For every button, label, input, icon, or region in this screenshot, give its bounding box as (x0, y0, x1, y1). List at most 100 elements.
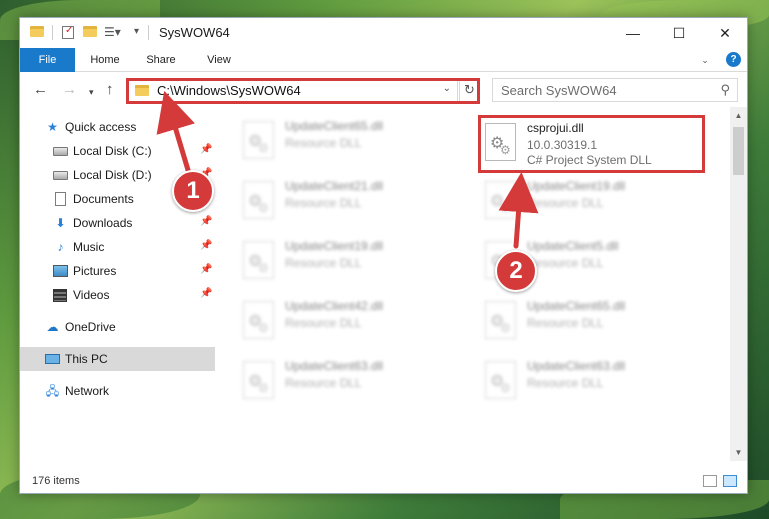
file-type: Resource DLL (527, 196, 604, 210)
help-icon[interactable]: ? (726, 52, 741, 67)
sidebar-item-music[interactable]: ♪ Music 📌 (20, 235, 215, 259)
up-arrow-icon[interactable]: ↑ (106, 82, 114, 98)
pin-icon: 📌 (200, 288, 213, 299)
network-icon: 🖧 (45, 384, 60, 398)
dll-file-icon: ⚙⚙ (485, 301, 516, 339)
file-type: Resource DLL (527, 376, 604, 390)
sidebar-item-downloads[interactable]: ⬇ Downloads 📌 (20, 211, 215, 235)
maximize-button[interactable]: ☐ (656, 18, 702, 48)
tab-file[interactable]: File (20, 48, 75, 72)
sidebar-item-label: Pictures (73, 264, 117, 278)
item-count: 176 items (32, 475, 80, 487)
step-1-badge: 1 (172, 170, 214, 212)
star-icon: ★ (47, 120, 58, 134)
file-list: ⚙ ⚙ UpdateClient65.dll Resource DLL ⚙ ⚙ Up… (215, 107, 730, 461)
status-bar: 176 items (20, 469, 747, 493)
scrollbar-thumb[interactable] (733, 127, 744, 175)
sidebar-item-label: Local Disk (C:) (73, 144, 152, 158)
title-bar: ☰▾ ▾ SysWOW64 — ☐ ✕ (20, 18, 747, 48)
forward-arrow-icon[interactable]: → (62, 82, 77, 98)
address-path[interactable]: C:\Windows\SysWOW64 (157, 83, 301, 98)
pin-icon: 📌 (200, 240, 213, 251)
sidebar-item-label: Quick access (65, 120, 137, 134)
properties-icon[interactable] (62, 25, 74, 39)
address-bar[interactable]: C:\Windows\SysWOW64 ⌄ (127, 78, 458, 102)
file-type: Resource DLL (285, 376, 362, 390)
window-title: SysWOW64 (159, 25, 230, 40)
close-button[interactable]: ✕ (702, 18, 748, 48)
sidebar-item-local-disk-c[interactable]: Local Disk (C:) 📌 (20, 139, 215, 163)
step-2-badge: 2 (495, 250, 537, 292)
file-tile[interactable]: ⚙ ⚙ UpdateClient63.dll Resource DLL (239, 357, 469, 403)
pin-icon: 📌 (200, 216, 213, 227)
this-pc-icon (45, 354, 60, 364)
tab-share[interactable]: Share (136, 48, 186, 72)
file-tile[interactable]: ⚙ ⚙ UpdateClient65.dll Resource DLL (481, 297, 711, 343)
details-view-icon[interactable] (703, 475, 717, 487)
sidebar-item-this-pc[interactable]: This PC (20, 347, 215, 371)
toolbar-divider (52, 25, 53, 40)
tab-home[interactable]: Home (80, 48, 130, 72)
scroll-up-icon[interactable]: ▲ (730, 107, 747, 124)
file-type: Resource DLL (527, 316, 604, 330)
folder-icon (30, 26, 44, 37)
sidebar-item-network[interactable]: 🖧 Network (20, 379, 215, 403)
sidebar-item-label: OneDrive (65, 320, 116, 334)
search-input[interactable] (493, 79, 713, 101)
dll-file-icon: ⚙⚙ (243, 301, 274, 339)
new-folder-icon[interactable] (83, 26, 97, 37)
sidebar-item-label: Videos (73, 288, 110, 302)
dll-file-icon: ⚙⚙ (243, 181, 274, 219)
sidebar-item-quick-access[interactable]: ★ Quick access (20, 115, 215, 139)
file-tile[interactable]: ⚙ ⚙ UpdateClient65.dll Resource DLL (239, 117, 469, 163)
minimize-button[interactable]: — (610, 18, 656, 48)
sidebar-item-label: Network (65, 384, 110, 398)
search-box[interactable]: ⚲ (492, 78, 738, 102)
sidebar-item-onedrive[interactable]: ☁ OneDrive (20, 315, 215, 339)
file-name: UpdateClient63.dll (527, 359, 626, 373)
refresh-button[interactable]: ↻ (459, 78, 480, 102)
large-icons-view-icon[interactable] (723, 475, 737, 487)
chevron-down-icon[interactable]: ⌄ (443, 83, 451, 94)
sidebar-item-label: Local Disk (D:) (73, 168, 152, 182)
customize-toolbar-icon[interactable]: ☰▾ (104, 25, 121, 39)
dll-file-icon: ⚙⚙ (485, 361, 516, 399)
tab-view[interactable]: View (194, 48, 244, 72)
expand-ribbon-icon[interactable]: ⌄ (699, 54, 711, 66)
ribbon-tabs: File Home Share View ⌄ ? (20, 48, 747, 72)
file-name: UpdateClient19.dll (285, 239, 384, 253)
file-type: Resource DLL (527, 256, 604, 270)
drive-icon (53, 171, 68, 180)
file-name: UpdateClient63.dll (285, 359, 384, 373)
file-tile[interactable]: ⚙ ⚙ UpdateClient63.dll Resource DLL (481, 357, 711, 403)
navigation-pane: ★ Quick access Local Disk (C:) 📌 Local D… (20, 107, 215, 461)
file-tile[interactable]: ⚙ ⚙ UpdateClient19.dll Resource DLL (239, 237, 469, 283)
file-name: UpdateClient19.dll (527, 179, 626, 193)
vertical-scrollbar[interactable]: ▲ ▼ (730, 107, 747, 461)
file-type: Resource DLL (285, 256, 362, 270)
back-arrow-icon[interactable]: ← (33, 82, 48, 98)
title-divider (148, 25, 149, 40)
dll-file-icon: ⚙⚙ (243, 361, 274, 399)
file-name: UpdateClient65.dll (285, 119, 384, 133)
documents-icon (55, 192, 66, 206)
dll-file-icon: ⚙⚙ (243, 121, 274, 159)
pin-icon: 📌 (200, 144, 213, 155)
file-tile[interactable]: ⚙ ⚙ UpdateClient19.dll Resource DLL (481, 177, 711, 223)
search-icon[interactable]: ⚲ (720, 82, 730, 98)
sidebar-item-label: This PC (65, 352, 108, 366)
file-tile[interactable]: ⚙ ⚙ UpdateClient42.dll Resource DLL (239, 297, 469, 343)
downloads-icon: ⬇ (55, 216, 66, 230)
scroll-down-icon[interactable]: ▼ (730, 444, 747, 461)
file-tile[interactable]: ⚙ ⚙ UpdateClient21.dll Resource DLL (239, 177, 469, 223)
sidebar-item-pictures[interactable]: Pictures 📌 (20, 259, 215, 283)
chevron-down-icon[interactable]: ▾ (134, 26, 139, 37)
sidebar-item-videos[interactable]: Videos 📌 (20, 283, 215, 307)
file-name: UpdateClient5.dll (527, 239, 619, 253)
dll-file-icon: ⚙⚙ (485, 181, 516, 219)
file-type: Resource DLL (285, 136, 362, 150)
pin-icon: 📌 (200, 264, 213, 275)
recent-locations-icon[interactable]: ▾ (89, 84, 94, 100)
navigation-bar: ← → ▾ ↑ C:\Windows\SysWOW64 ⌄ ↻ ⚲ (20, 73, 747, 107)
file-name: UpdateClient21.dll (285, 179, 384, 193)
